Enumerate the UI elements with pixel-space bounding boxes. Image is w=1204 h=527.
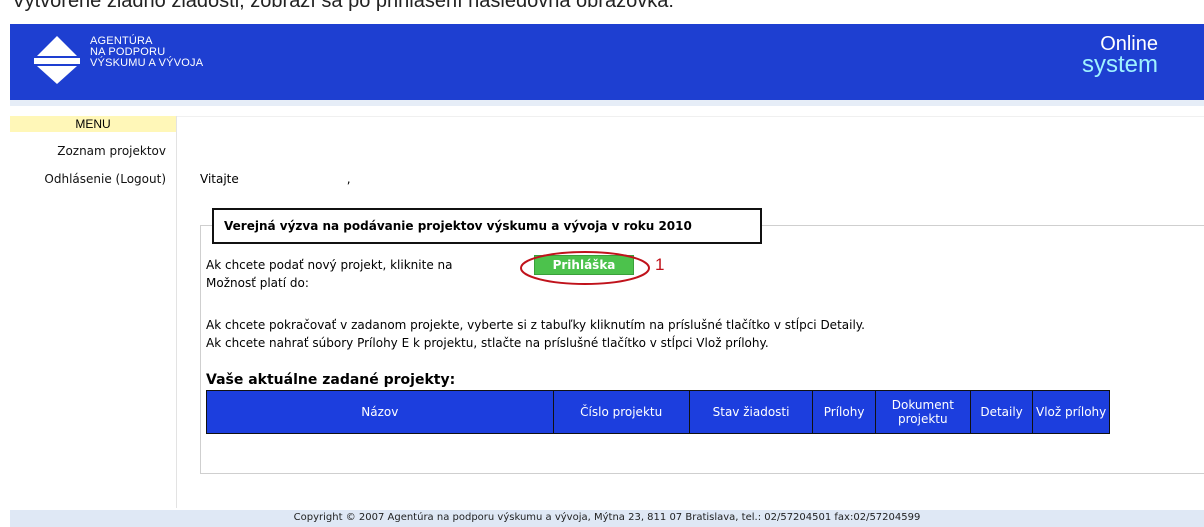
sidebar-divider [176,116,177,508]
footer: Copyright © 2007 Agentúra na podporu výs… [10,510,1204,527]
callout-number: 1 [655,255,665,274]
table-header-row: Názov Číslo projektu Stav žiadosti Prílo… [206,390,1110,434]
valid-until-label: Možnosť platí do: [206,276,309,290]
column-header-project-document[interactable]: Dokument projektu [874,390,971,434]
column-header-name[interactable]: Názov [206,390,554,434]
column-header-status[interactable]: Stav žiadosti [688,390,814,434]
brand-line-system: system [1081,51,1158,78]
projects-table: Názov Číslo projektu Stav žiadosti Prílo… [206,390,1110,434]
projects-heading: Vaše aktuálne zadané projekty: [206,372,456,388]
content-top-border [177,116,1204,117]
welcome-text: Vitajte [200,172,239,186]
agency-name-line-3: VÝSKUMU A VÝVOJA [90,57,204,69]
sidebar-item-logout[interactable]: Odhlásenie (Logout) [44,172,166,186]
agency-logo-icon [34,36,80,84]
agency-name: AGENTÚRA NA PODPORU VÝSKUMU A VÝVOJA [90,36,203,69]
welcome-message: Vitajte, [200,172,351,186]
call-title: Verejná výzva na podávanie projektov výs… [212,208,762,244]
online-system-brand: Online system [1056,34,1158,78]
copyright-text: Copyright © 2007 Agentúra na podporu výs… [293,512,921,523]
column-header-details[interactable]: Detaily [969,390,1034,434]
column-header-attachments[interactable]: Prílohy [812,390,876,434]
document-caption: Vytvorené žiadno žiadosti, zobrazí sa po… [12,0,674,12]
column-header-project-number[interactable]: Číslo projektu [552,390,690,434]
welcome-suffix: , [346,172,351,186]
continue-instruction: Ak chcete pokračovať v zadanom projekte,… [206,318,865,332]
sidebar-item-project-list[interactable]: Zoznam projektov [57,144,166,158]
sidebar-menu: MENU Zoznam projektov Odhlásenie (Logout… [10,116,176,506]
upload-instruction: Ak chcete nahrať súbory Prílohy E k proj… [206,336,769,350]
apply-instruction: Ak chcete podať nový projekt, kliknite n… [206,258,453,272]
column-header-add-attachments[interactable]: Vlož prílohy [1032,390,1110,434]
menu-title: MENU [10,116,176,132]
highlight-ellipse-icon [520,251,650,285]
app-header: AGENTÚRA NA PODPORU VÝSKUMU A VÝVOJA Onl… [10,24,1204,106]
